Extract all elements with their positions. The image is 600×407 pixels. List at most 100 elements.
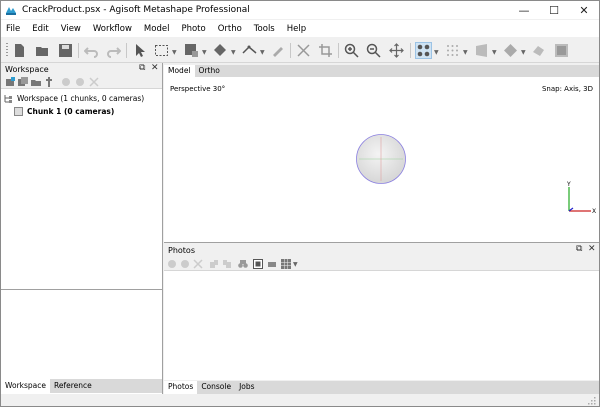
chevron-down-icon[interactable]: ▼ xyxy=(260,49,265,56)
folder-open-icon xyxy=(36,47,48,56)
enable-icon[interactable] xyxy=(180,259,190,269)
model-viewport[interactable]: Perspective 30° Snap: Axis, 3D Y X xyxy=(164,77,599,243)
app-window: CrackProduct.psx - Agisoft Metashape Pro… xyxy=(0,0,600,407)
menu-file[interactable]: File xyxy=(6,24,20,34)
chevron-down-icon[interactable]: ▼ xyxy=(202,49,207,56)
chevron-down-icon[interactable]: ▼ xyxy=(521,49,526,56)
bottom-panel-tabs: Photos Console Jobs xyxy=(164,381,599,394)
rectangle-selection-icon xyxy=(155,45,168,56)
orthomosaic-button[interactable] xyxy=(553,42,570,59)
tab-jobs[interactable]: Jobs xyxy=(235,381,258,394)
shapes-icon xyxy=(533,46,544,56)
add-photos-icon[interactable] xyxy=(18,77,28,87)
close-icon[interactable]: ✕ xyxy=(151,63,159,73)
binoculars-icon[interactable] xyxy=(238,259,248,269)
chevron-down-icon[interactable]: ▼ xyxy=(492,49,497,56)
tree-row-chunk[interactable]: Chunk 1 (0 cameras) xyxy=(1,105,162,118)
menu-photo[interactable]: Photo xyxy=(181,24,205,34)
shapes-button[interactable] xyxy=(530,42,547,59)
workspace-root-label: Workspace (1 chunks, 0 cameras) xyxy=(17,94,145,103)
minimize-button[interactable]: — xyxy=(509,1,539,19)
menu-edit[interactable]: Edit xyxy=(32,24,48,34)
chevron-down-icon[interactable]: ▼ xyxy=(172,49,177,56)
remove-icon[interactable] xyxy=(193,259,203,269)
left-panel-tabs: Workspace Reference xyxy=(1,379,162,393)
undo-icon xyxy=(84,47,98,58)
point-cloud-button[interactable] xyxy=(444,42,461,59)
rotate-right-icon[interactable] xyxy=(222,259,232,269)
tab-console[interactable]: Console xyxy=(197,381,235,394)
resize-grip-icon[interactable] xyxy=(587,396,596,405)
add-marker-icon[interactable] xyxy=(44,77,54,87)
cursor-arrow-icon xyxy=(136,44,145,57)
menu-help[interactable]: Help xyxy=(287,24,306,34)
zoom-out-button[interactable] xyxy=(365,42,382,59)
tiled-model-button[interactable] xyxy=(502,42,519,59)
trackball-sphere[interactable] xyxy=(355,133,407,185)
toolbar-grip[interactable] xyxy=(6,43,8,58)
tree-row-workspace[interactable]: Workspace (1 chunks, 0 cameras) xyxy=(1,92,162,105)
tab-workspace[interactable]: Workspace xyxy=(1,379,50,393)
tab-photos[interactable]: Photos xyxy=(164,381,198,394)
add-chunk-icon[interactable] xyxy=(5,77,15,87)
tab-reference[interactable]: Reference xyxy=(50,379,96,393)
status-bar xyxy=(1,394,599,406)
ruler-icon xyxy=(242,45,257,54)
float-panel-icon[interactable]: ⧉ xyxy=(576,244,582,254)
new-document-button[interactable] xyxy=(11,42,28,59)
rotate-left-icon[interactable] xyxy=(209,259,219,269)
menu-model[interactable]: Model xyxy=(144,24,170,34)
tab-ortho[interactable]: Ortho xyxy=(195,65,224,77)
axis-gizmo: Y X xyxy=(566,181,596,215)
workspace-icon xyxy=(4,95,12,103)
menu-workflow[interactable]: Workflow xyxy=(93,24,132,34)
crop-icon xyxy=(319,44,332,57)
disable-icon[interactable] xyxy=(61,77,71,87)
delete-selection-button[interactable] xyxy=(295,42,312,59)
rectangle-selection-button[interactable] xyxy=(153,42,170,59)
enable-icon[interactable] xyxy=(75,77,85,87)
add-folder-icon[interactable] xyxy=(31,77,41,87)
ruler-button[interactable] xyxy=(241,42,258,59)
navigation-tool-button[interactable] xyxy=(131,42,148,59)
close-icon xyxy=(297,44,310,57)
grid-view-icon[interactable] xyxy=(281,259,291,269)
zoom-in-button[interactable] xyxy=(343,42,360,59)
crop-selection-button[interactable] xyxy=(317,42,334,59)
save-icon xyxy=(59,44,72,57)
chevron-down-icon[interactable]: ▼ xyxy=(293,261,298,268)
resize-region-button[interactable] xyxy=(183,42,200,59)
close-icon[interactable]: ✕ xyxy=(588,244,596,254)
four-dots-icon xyxy=(417,44,430,57)
maximize-button[interactable]: ☐ xyxy=(539,1,569,19)
mask-icon[interactable] xyxy=(267,259,277,269)
resize-region-icon xyxy=(185,44,198,57)
draw-polyline-button[interactable] xyxy=(269,42,286,59)
image-icon[interactable] xyxy=(253,259,263,269)
show-cameras-button[interactable] xyxy=(415,42,432,59)
rotate-object-icon xyxy=(214,44,226,56)
undo-button[interactable] xyxy=(83,42,100,59)
workspace-panel: Workspace ⧉ ✕ Workspace (1 chunks, 0 cam… xyxy=(1,63,163,406)
save-button[interactable] xyxy=(57,42,74,59)
menu-ortho[interactable]: Ortho xyxy=(218,24,242,34)
float-panel-icon[interactable]: ⧉ xyxy=(139,63,145,73)
open-button[interactable] xyxy=(34,42,51,59)
workspace-panel-header: Workspace ⧉ ✕ xyxy=(1,63,162,75)
redo-button[interactable] xyxy=(105,42,122,59)
redo-icon xyxy=(107,47,121,58)
model-shaded-button[interactable] xyxy=(473,42,490,59)
close-window-button[interactable]: ✕ xyxy=(569,1,599,19)
chevron-down-icon[interactable]: ▼ xyxy=(231,49,236,56)
menu-tools[interactable]: Tools xyxy=(254,24,275,34)
remove-icon[interactable] xyxy=(89,77,99,87)
disable-icon[interactable] xyxy=(167,259,177,269)
rotate-object-button[interactable] xyxy=(212,42,229,59)
menu-view[interactable]: View xyxy=(61,24,81,34)
photos-panel-header: Photos ⧉ ✕ xyxy=(164,244,599,257)
reset-view-button[interactable] xyxy=(388,42,405,59)
tab-model[interactable]: Model xyxy=(164,65,195,77)
chevron-down-icon[interactable]: ▼ xyxy=(463,49,468,56)
chevron-down-icon[interactable]: ▼ xyxy=(434,49,439,56)
zoom-in-icon xyxy=(344,43,359,58)
